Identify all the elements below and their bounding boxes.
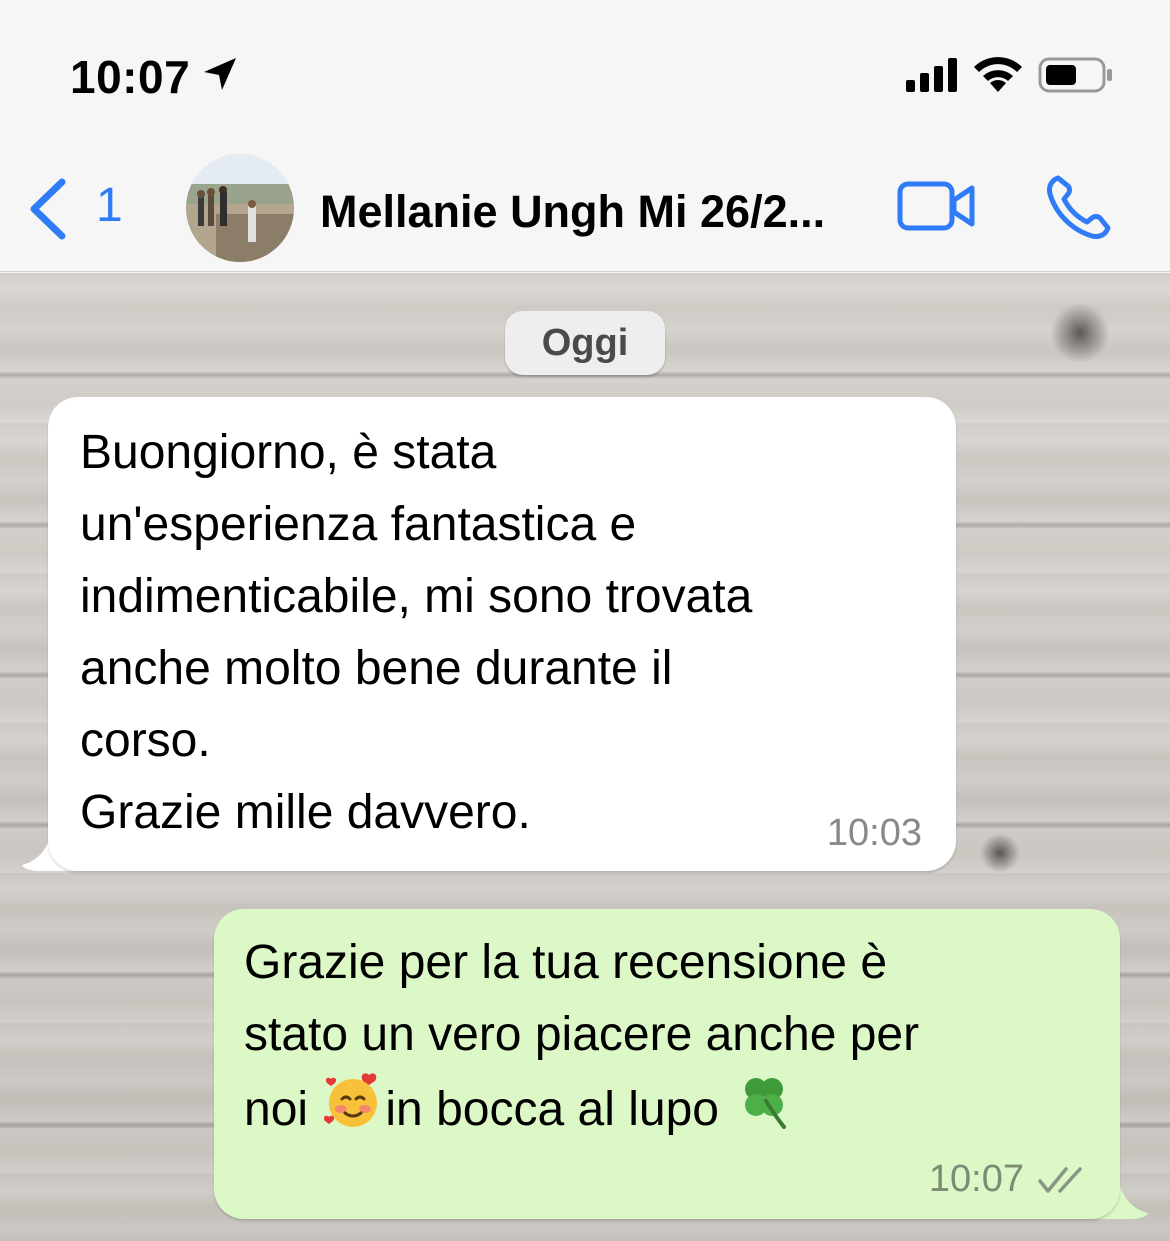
message-outgoing[interactable]: Grazie per la tua recensione è stato un … [214,909,1120,1219]
message-incoming[interactable]: Buongiorno, è stata un'esperienza fantas… [48,397,956,871]
wood-knot [980,833,1020,873]
message-line: Grazie per la tua recensione è [244,936,888,989]
chat-area[interactable]: Oggi Buongiorno, è stata un'esperienza f… [0,273,1170,1241]
avatar[interactable] [186,154,294,262]
message-line: in bocca al lupo [385,1083,733,1136]
location-arrow-icon [204,58,236,90]
cellular-signal-icon [906,58,957,92]
status-bar: 10:07 [0,0,1170,132]
phone-icon[interactable] [1044,172,1114,242]
contact-name[interactable]: Mellanie Ungh Mi 26/2... [320,186,825,238]
date-separator: Oggi [505,311,665,375]
four-leaf-clover-emoji [745,1078,787,1129]
video-call-icon[interactable] [896,178,978,234]
message-line: stato un vero piacere anche per [244,1008,920,1061]
smiling-face-with-hearts-emoji [324,1073,378,1127]
battery-icon [1038,57,1112,93]
message-time: 10:07 [928,1158,1024,1200]
chat-header: 1 Mellanie Ungh Mi 26/2... [0,132,1170,272]
message-text: Grazie per la tua recensione è stato un … [244,927,1094,1146]
message-text: Buongiorno, è stata un'esperienza fantas… [80,426,753,839]
wifi-icon [974,57,1022,92]
message-line: noi [244,1083,322,1136]
message-time: 10:03 [826,812,922,854]
chevron-left-icon[interactable] [24,176,70,242]
back-unread-count[interactable]: 1 [96,178,123,233]
status-time: 10:07 [70,51,191,103]
wood-knot [1050,303,1110,363]
double-check-icon [1038,1167,1082,1193]
avatar-photo [186,154,294,262]
